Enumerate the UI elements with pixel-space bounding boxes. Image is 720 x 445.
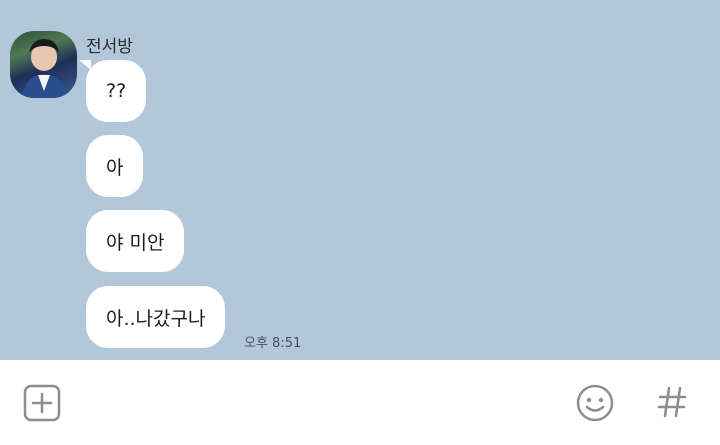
plus-icon [23,384,61,422]
chat-area: 전서방 ?? 아 야 미안 아..나갔구나 오후 8:51 [0,0,720,360]
input-bar [0,360,720,445]
sender-name: 전서방 [86,37,133,57]
hashtag-icon [657,386,687,418]
avatar-photo-icon [22,39,66,98]
emoji-icon [576,384,614,422]
add-attachment-button[interactable] [23,384,61,422]
sender-avatar[interactable] [10,31,77,98]
message-bubble[interactable]: 아..나갔구나 [86,286,226,348]
hashtag-button[interactable] [655,382,689,422]
message-timestamp: 오후 8:51 [244,336,302,351]
message-bubble[interactable]: ?? [86,60,147,122]
emoji-button[interactable] [576,383,614,423]
message-bubble[interactable]: 야 미안 [86,210,185,272]
message-bubble[interactable]: 아 [86,135,144,197]
